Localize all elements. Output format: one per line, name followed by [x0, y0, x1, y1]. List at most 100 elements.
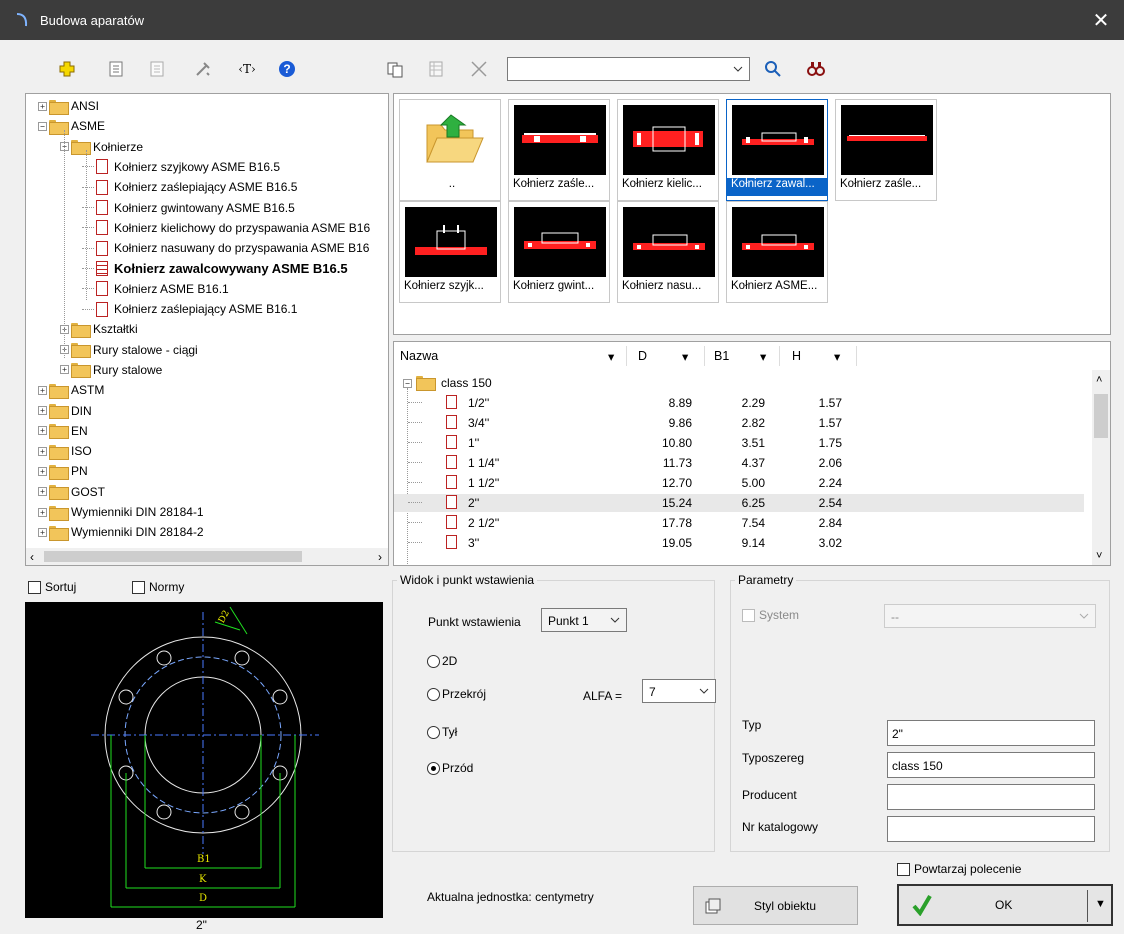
folder-icon	[71, 322, 91, 338]
table-row[interactable]: 3'' 19.05 9.14 3.02	[394, 534, 1084, 552]
typ-field[interactable]: 2"	[887, 720, 1095, 746]
expand-icon[interactable]: +	[38, 426, 47, 436]
view-radio[interactable]: Przekrój	[427, 687, 486, 701]
filter-dropdown-icon[interactable]: ▾	[608, 349, 614, 364]
expand-icon[interactable]: +	[38, 446, 47, 456]
filter-dropdown-icon[interactable]: ▾	[760, 349, 766, 364]
expand-icon[interactable]: +	[38, 507, 47, 517]
scroll-thumb[interactable]	[44, 551, 302, 562]
view-radio[interactable]: Przód	[427, 761, 473, 775]
sortuj-checkbox[interactable]: Sortuj	[28, 580, 76, 594]
column-header-h[interactable]: H ▾	[792, 342, 852, 370]
close-button[interactable]: ✕	[1078, 0, 1124, 40]
size-table[interactable]: Nazwa ▾ D ▾ B1 ▾ H ▾ − class 150 1/2'' 8.…	[393, 341, 1111, 566]
tree-folder[interactable]: − ASME	[38, 116, 105, 136]
tools-icon[interactable]	[190, 56, 216, 82]
catalog-number-field[interactable]	[887, 816, 1095, 842]
scroll-thumb[interactable]	[1094, 394, 1108, 438]
expand-icon[interactable]: +	[38, 487, 47, 497]
insert-point-select[interactable]: Punkt 1	[541, 608, 627, 632]
tree-label: Wymienniki DIN 28184-2	[71, 525, 204, 540]
flange-thumbnail[interactable]: Kołnierz nasu...	[617, 201, 719, 303]
tree-folder[interactable]: + GOST	[38, 482, 105, 502]
add-icon[interactable]	[54, 56, 80, 82]
column-header-nazwa[interactable]: Nazwa ▾	[400, 342, 640, 370]
list-icon[interactable]	[103, 56, 129, 82]
flange-thumbnail[interactable]: Kołnierz kielic...	[617, 99, 719, 201]
tree-folder[interactable]: + ANSI	[38, 96, 99, 116]
expand-icon[interactable]: +	[38, 101, 47, 111]
expand-icon[interactable]: +	[38, 406, 47, 415]
tree-folder[interactable]: + Wymienniki DIN 28184-1	[38, 502, 204, 522]
tree-item[interactable]: Kołnierz kielichowy do przyspawania ASME…	[82, 218, 370, 238]
tree-folder[interactable]: + Kształtki	[60, 319, 138, 339]
scroll-up-icon[interactable]: ˄	[1096, 374, 1102, 386]
normy-checkbox[interactable]: Normy	[132, 580, 184, 594]
table-row[interactable]: 1'' 10.80 3.51 1.75	[394, 434, 1084, 452]
typoszereg-field[interactable]: class 150	[887, 752, 1095, 778]
repeat-command-checkbox[interactable]: Powtarzaj polecenie	[897, 862, 1021, 876]
row-name: 1/2''	[468, 396, 490, 410]
table-row[interactable]: 1/2'' 8.89 2.29 1.57	[394, 394, 1084, 412]
copy-icon[interactable]	[382, 56, 408, 82]
ok-button[interactable]: OK ▼	[897, 884, 1113, 926]
tree-item[interactable]: Kołnierz zawalcowywany ASME B16.5	[82, 258, 348, 278]
table-row[interactable]: 2'' 15.24 6.25 2.54	[394, 494, 1084, 512]
flange-thumbnail[interactable]: Kołnierz zawal...	[726, 99, 828, 201]
flange-thumbnail[interactable]: Kołnierz zaśle...	[835, 99, 937, 201]
cell-h: 2.06	[818, 456, 842, 470]
tree-item[interactable]: Kołnierz nasuwany do przyspawania ASME B…	[82, 238, 369, 258]
parent-folder-thumbnail[interactable]: ..	[399, 99, 501, 201]
column-header-d[interactable]: D ▾	[638, 342, 708, 370]
tree-item[interactable]: Kołnierz zaślepiający ASME B16.5	[82, 177, 297, 197]
tree-item[interactable]: Kołnierz zaślepiający ASME B16.1	[82, 299, 297, 319]
producent-field[interactable]	[887, 784, 1095, 810]
tree-folder[interactable]: + DIN	[38, 401, 92, 421]
alfa-select[interactable]: 7	[642, 679, 716, 703]
filter-dropdown-icon[interactable]: ▾	[834, 349, 840, 364]
expand-icon[interactable]: +	[38, 466, 47, 476]
tree-folder[interactable]: + EN	[38, 421, 88, 441]
search-icon[interactable]	[760, 56, 786, 82]
tree-item[interactable]: Kołnierz gwintowany ASME B16.5	[82, 198, 295, 218]
flange-thumbnail[interactable]: Kołnierz ASME...	[726, 201, 828, 303]
flange-thumbnail[interactable]: Kołnierz zaśle...	[508, 99, 610, 201]
expand-icon[interactable]: +	[60, 365, 69, 375]
binoculars-icon[interactable]	[803, 56, 829, 82]
tree-folder[interactable]: + ISO	[38, 441, 92, 461]
collapse-icon[interactable]: −	[38, 121, 47, 131]
scroll-right-icon[interactable]: ›	[378, 550, 382, 564]
search-input[interactable]	[507, 57, 750, 81]
tree-folder[interactable]: − Kołnierze	[60, 137, 143, 157]
grid-vertical-scrollbar[interactable]: ˄ ˅	[1092, 370, 1110, 565]
table-row[interactable]: 1 1/4'' 11.73 4.37 2.06	[394, 454, 1084, 472]
tree-folder[interactable]: + Rury stalowe	[60, 360, 162, 380]
tree-folder[interactable]: + Rury stalowe - ciągi	[60, 340, 198, 360]
text-tag-icon[interactable]: ‹T›	[234, 56, 260, 82]
column-header-b1[interactable]: B1 ▾	[714, 342, 784, 370]
view-radio[interactable]: 2D	[427, 654, 457, 668]
tree-folder[interactable]: + ASTM	[38, 380, 104, 400]
tree-folder[interactable]: + Wymienniki DIN 28184-2	[38, 522, 204, 542]
tree-folder[interactable]: + PN	[38, 461, 88, 481]
filter-dropdown-icon[interactable]: ▾	[682, 349, 688, 364]
expand-icon[interactable]: +	[38, 385, 47, 395]
style-button[interactable]: Styl obiektu	[693, 886, 858, 925]
view-radio[interactable]: Tył	[427, 725, 457, 739]
tree-horizontal-scrollbar[interactable]: ‹ ›	[26, 548, 388, 565]
flange-thumbnail[interactable]: Kołnierz gwint...	[508, 201, 610, 303]
ok-dropdown-icon[interactable]: ▼	[1095, 898, 1106, 910]
table-row[interactable]: 3/4'' 9.86 2.82 1.57	[394, 414, 1084, 432]
tree-item[interactable]: Kołnierz szyjkowy ASME B16.5	[82, 157, 280, 177]
group-row[interactable]: − class 150	[394, 374, 1084, 392]
thumbnail-gallery[interactable]: .. Kołnierz zaśle... Kołnierz kielic... Koł…	[393, 93, 1111, 335]
scroll-down-icon[interactable]: ˅	[1096, 550, 1102, 562]
catalog-tree[interactable]: + ANSI − ASME − Kołnierze Kołnierz szyjkowy AS…	[25, 93, 389, 566]
scroll-left-icon[interactable]: ‹	[30, 550, 34, 564]
table-row[interactable]: 2 1/2'' 17.78 7.54 2.84	[394, 514, 1084, 532]
table-row[interactable]: 1 1/2'' 12.70 5.00 2.24	[394, 474, 1084, 492]
expand-icon[interactable]: +	[38, 527, 47, 537]
tree-item[interactable]: Kołnierz ASME B16.1	[82, 279, 229, 299]
flange-thumbnail[interactable]: Kołnierz szyjk...	[399, 201, 501, 303]
help-icon[interactable]: ?	[274, 56, 300, 82]
